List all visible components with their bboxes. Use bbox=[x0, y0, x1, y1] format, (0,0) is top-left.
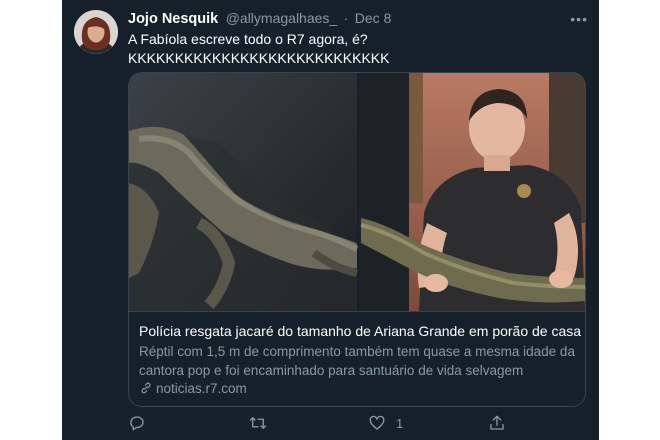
reply-icon bbox=[130, 416, 144, 431]
tweet-container: Jojo Nesquik @allymagalhaes_ · Dec 8 •••… bbox=[62, 0, 599, 440]
like-button[interactable]: 1 bbox=[368, 412, 403, 434]
more-options-icon[interactable]: ••• bbox=[570, 11, 588, 27]
retweet-button[interactable] bbox=[248, 412, 278, 434]
like-count: 1 bbox=[396, 415, 404, 431]
tweet-header: Jojo Nesquik @allymagalhaes_ · Dec 8 ••• bbox=[128, 10, 588, 30]
card-domain-text: noticias.r7.com bbox=[156, 381, 247, 396]
retweet-icon bbox=[249, 417, 267, 429]
author-name[interactable]: Jojo Nesquik bbox=[128, 11, 218, 27]
card-description: Réptil com 1,5 m de comprimento também t… bbox=[139, 343, 579, 380]
share-button[interactable] bbox=[488, 412, 506, 434]
link-card[interactable]: Polícia resgata jacaré do tamanho de Ari… bbox=[128, 72, 586, 407]
tweet-text: A Fabíola escreve todo o R7 agora, é? KK… bbox=[128, 30, 578, 68]
share-icon bbox=[490, 415, 504, 430]
link-icon bbox=[141, 382, 151, 394]
card-image bbox=[129, 73, 585, 311]
separator-dot: · bbox=[343, 10, 349, 26]
card-title[interactable]: Polícia resgata jacaré do tamanho de Ari… bbox=[139, 322, 581, 340]
tweet-date[interactable]: Dec 8 bbox=[355, 10, 392, 26]
card-body: Polícia resgata jacaré do tamanho de Ari… bbox=[129, 311, 585, 406]
tweet-text-line: KKKKKKKKKKKKKKKKKKKKKKKKKKKK bbox=[128, 50, 390, 66]
tweet-text-line: A Fabíola escreve todo o R7 agora, é? bbox=[128, 31, 368, 47]
like-icon bbox=[369, 415, 385, 430]
card-description-line: cantora pop e foi encaminhado para santu… bbox=[139, 362, 524, 378]
card-domain[interactable]: noticias.r7.com bbox=[139, 381, 247, 396]
author-handle[interactable]: @allymagalhaes_ bbox=[226, 10, 338, 26]
avatar[interactable] bbox=[74, 10, 118, 54]
card-description-line: Réptil com 1,5 m de comprimento também t… bbox=[139, 344, 575, 359]
reply-button[interactable] bbox=[128, 412, 156, 434]
tweet-actions: 1 bbox=[128, 412, 588, 434]
